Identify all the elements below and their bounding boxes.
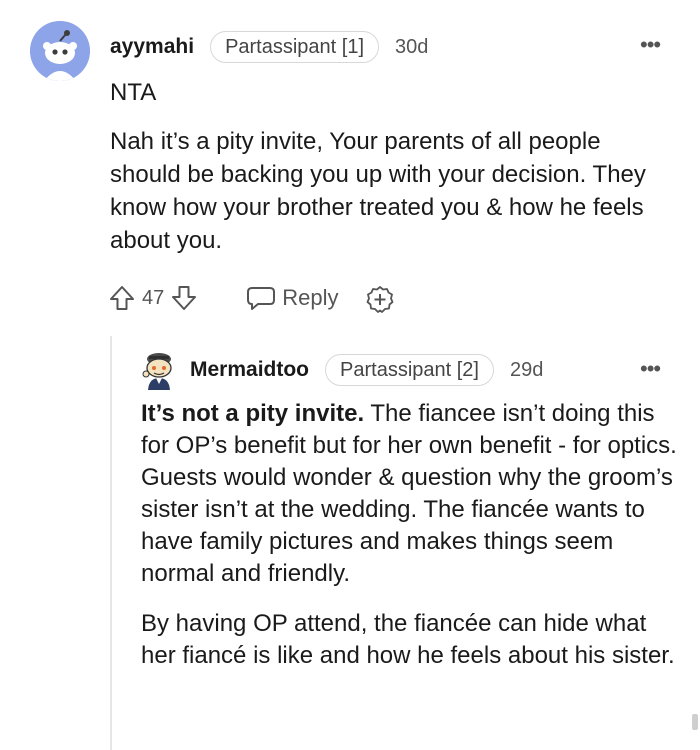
username[interactable]: ayymahi [110, 35, 194, 59]
comment-header: Mermaidtoo Partassipant [2] 29d [190, 354, 543, 386]
user-flair: Partassipant [2] [325, 354, 494, 386]
comment-paragraph: It’s not a pity invite. The fiancee isn’… [141, 398, 681, 590]
user-flair: Partassipant [1] [210, 31, 380, 63]
avatar[interactable] [140, 350, 178, 390]
comment-mermaidtoo: Mermaidtoo Partassipant [2] 29d ••• It’s… [0, 340, 700, 750]
downvote-arrow-icon[interactable] [170, 284, 198, 312]
comment-paragraph: By having OP attend, the fiancée can hid… [141, 610, 675, 669]
comment-text: Nah it’s a pity invite, Your parents of … [110, 128, 646, 254]
more-dots-icon[interactable]: ••• [640, 34, 661, 56]
snoo-avatar-icon [142, 353, 172, 390]
comment-body: NTA Nah it’s a pity invite, Your parents… [110, 76, 670, 273]
scrollbar[interactable] [692, 714, 698, 730]
vote-count: 47 [142, 286, 165, 309]
paragraph-text: The fiancee isn’t doing this for OP’s be… [141, 400, 677, 587]
bold-lead-text: It’s not a pity invite. [141, 400, 365, 427]
comment-body: It’s not a pity invite. The fiancee isn’… [141, 398, 681, 690]
reply-button[interactable]: Reply [246, 284, 339, 312]
comment-ayymahi: ayymahi Partassipant [1] 30d ••• NTA Nah… [0, 0, 700, 330]
avatar[interactable] [30, 21, 90, 81]
more-dots-icon[interactable]: ••• [640, 358, 661, 380]
comment-header: ayymahi Partassipant [1] 30d [110, 31, 429, 63]
comment-age: 30d [395, 35, 429, 58]
snoo-avatar-icon [30, 21, 90, 81]
award-plus-icon[interactable] [365, 284, 393, 313]
upvote-arrow-icon[interactable] [108, 284, 136, 312]
verdict-text: NTA [110, 79, 157, 106]
comment-age: 29d [509, 358, 544, 381]
username[interactable]: Mermaidtoo [190, 358, 309, 382]
speech-bubble-icon [246, 284, 276, 312]
comment-actions: 47 Reply [108, 282, 393, 314]
reply-label: Reply [282, 285, 339, 310]
